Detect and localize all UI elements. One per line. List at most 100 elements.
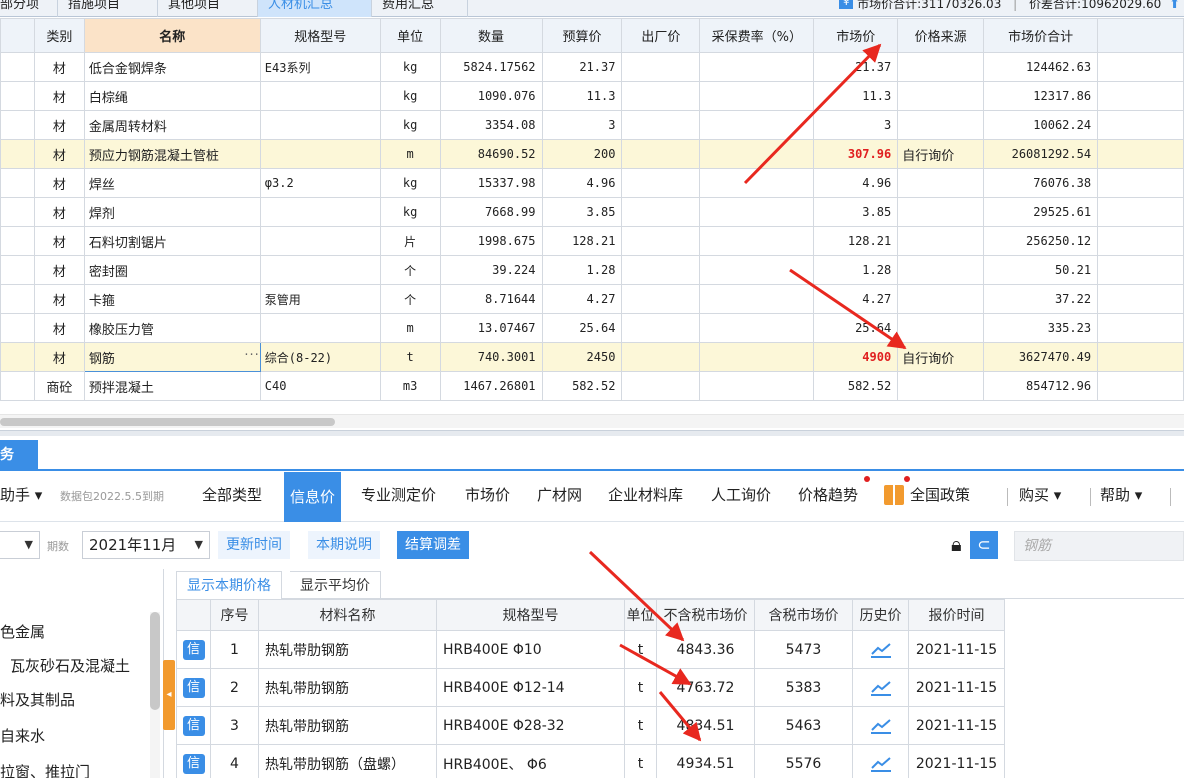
cell-category[interactable]: 材 <box>33 255 85 285</box>
table-row[interactable]: 材 白棕绳 kg 1090.076 11.3 11.3 12317.86 <box>0 81 1184 111</box>
cell-market-total[interactable]: 12317.86 <box>983 81 1099 111</box>
history-trend-icon-cell[interactable] <box>852 744 909 778</box>
update-time-button[interactable]: 更新时间 <box>218 531 290 559</box>
cell-factory-price[interactable] <box>621 81 701 111</box>
cell-budget-price[interactable]: 200 <box>541 139 623 169</box>
info-badge-cell[interactable]: 信 <box>176 668 211 707</box>
cell-factory-price[interactable] <box>621 52 701 82</box>
cell-factory-price[interactable] <box>621 110 701 140</box>
table-row[interactable]: 材 金属周转材料 kg 3354.08 3 3 10062.24 <box>0 110 1184 140</box>
tree-item[interactable]: 自来水 <box>0 725 45 746</box>
row-indicator[interactable] <box>0 313 35 343</box>
cell-price-ex-tax-cell[interactable]: 4763.72 <box>656 668 755 707</box>
cell-procurement-rate[interactable] <box>699 168 815 198</box>
cell-material-name-cell[interactable]: 热轧带肋钢筋 <box>258 706 437 745</box>
ellipsis-button[interactable]: ··· <box>244 348 259 363</box>
col-header-index[interactable]: 序号 <box>210 599 259 631</box>
cell-name[interactable]: 钢筋 ··· <box>83 342 261 372</box>
cell-market-price[interactable]: 582.52 <box>813 371 899 401</box>
cell-unit-cell[interactable]: t <box>624 630 657 669</box>
table-row[interactable]: 信 3 热轧带肋钢筋 HRB400E Φ28-32 t 4834.51 5463 2021-1… <box>176 706 1005 745</box>
cell-budget-price[interactable]: 1.28 <box>541 255 623 285</box>
col-header-budget-price[interactable]: 预算价 <box>541 18 623 53</box>
cell-spec[interactable]: C40 <box>259 371 381 401</box>
cell-price-ex-tax-cell[interactable]: 4843.36 <box>656 630 755 669</box>
cell-unit[interactable]: 个 <box>379 255 441 285</box>
cell-price-source[interactable] <box>897 226 985 256</box>
cell-unit[interactable]: m <box>379 313 441 343</box>
table-row[interactable]: 材 石料切割锯片 片 1998.675 128.21 128.21 256250.12 <box>0 226 1184 256</box>
cell-name[interactable]: 卡箍 <box>83 284 261 314</box>
cell-spec[interactable] <box>259 110 381 140</box>
cell-procurement-rate[interactable] <box>699 284 815 314</box>
cell-unit-cell[interactable]: t <box>624 744 657 778</box>
region-select[interactable]: ▼ <box>0 531 40 559</box>
col-header-factory-price[interactable]: 出厂价 <box>621 18 701 53</box>
cell-unit-cell[interactable]: t <box>624 668 657 707</box>
cell-procurement-rate[interactable] <box>699 139 815 169</box>
cell-market-price[interactable]: 307.96 <box>813 139 899 169</box>
cell-name[interactable]: 橡胶压力管 <box>83 313 261 343</box>
cell-price-source[interactable] <box>897 52 985 82</box>
history-trend-icon-cell[interactable] <box>852 630 909 669</box>
cell-factory-price[interactable] <box>621 255 701 285</box>
cell-quote-date-cell[interactable]: 2021-11-15 <box>908 706 1005 745</box>
cell-spec-cell[interactable]: HRB400E Φ10 <box>436 630 625 669</box>
cell-category[interactable]: 材 <box>33 197 85 227</box>
cell-quantity[interactable]: 1090.076 <box>439 81 543 111</box>
cell-market-total[interactable]: 50.21 <box>983 255 1099 285</box>
cell-quantity[interactable]: 7668.99 <box>439 197 543 227</box>
cell-quantity[interactable]: 84690.52 <box>439 139 543 169</box>
tab-info-price[interactable]: 信息价 <box>284 472 342 522</box>
row-indicator[interactable] <box>0 52 35 82</box>
table-row[interactable]: 材 钢筋 ··· 综合(8-22) t 740.3001 2450 4900 自行询价 36274… <box>0 342 1184 372</box>
col-header-spec[interactable]: 规格型号 <box>259 18 381 53</box>
cell-unit[interactable]: kg <box>379 110 441 140</box>
history-trend-icon-cell[interactable] <box>852 706 909 745</box>
cell-market-total[interactable]: 37.22 <box>983 284 1099 314</box>
cell-price-in-tax-cell[interactable]: 5576 <box>754 744 853 778</box>
cell-name[interactable]: 石料切割锯片 <box>83 226 261 256</box>
tab-enterprise-library[interactable]: 企业材料库 <box>608 484 683 505</box>
cell-market-total[interactable]: 10062.24 <box>983 110 1099 140</box>
arrow-up-icon[interactable]: ⬆ <box>1169 0 1180 12</box>
tab-all-types[interactable]: 全部类型 <box>202 484 262 505</box>
col-header-name[interactable]: 名称 <box>83 18 261 53</box>
cell-procurement-rate[interactable] <box>699 371 815 401</box>
col-header-market-total[interactable]: 市场价合计 <box>983 18 1099 53</box>
table-row[interactable]: 商砼 预拌混凝土 C40 m3 1467.26801 582.52 582.52 854712… <box>0 371 1184 401</box>
cell-name[interactable]: 预应力钢筋混凝土管桩 <box>83 139 261 169</box>
cell-category[interactable]: 材 <box>33 168 85 198</box>
cell-index-cell[interactable]: 4 <box>210 744 259 778</box>
cell-market-total[interactable]: 76076.38 <box>983 168 1099 198</box>
cell-quantity[interactable]: 1467.26801 <box>439 371 543 401</box>
table-row[interactable]: 信 1 热轧带肋钢筋 HRB400E Φ10 t 4843.36 5473 2021-11-1… <box>176 630 1005 669</box>
tab-market-price[interactable]: 市场价 <box>465 484 510 505</box>
cell-category[interactable]: 材 <box>33 52 85 82</box>
cell-budget-price[interactable]: 582.52 <box>541 371 623 401</box>
cell-name[interactable]: 焊丝 <box>83 168 261 198</box>
cell-market-price[interactable]: 3 <box>813 110 899 140</box>
col-header-spec[interactable]: 规格型号 <box>436 599 625 631</box>
cell-factory-price[interactable] <box>621 313 701 343</box>
tab-national-policy[interactable]: 全国政策 <box>910 484 970 505</box>
cell-category[interactable]: 商砼 <box>33 371 85 401</box>
cell-category[interactable]: 材 <box>33 342 85 372</box>
cell-factory-price[interactable] <box>621 371 701 401</box>
cell-price-source[interactable]: 自行询价 <box>897 342 985 372</box>
cell-unit[interactable]: kg <box>379 81 441 111</box>
cell-market-price[interactable]: 4.96 <box>813 168 899 198</box>
cell-quantity[interactable]: 1998.675 <box>439 226 543 256</box>
cell-material-name-cell[interactable]: 热轧带肋钢筋（盘螺） <box>258 744 437 778</box>
cell-material-name-cell[interactable]: 热轧带肋钢筋 <box>258 630 437 669</box>
cell-category[interactable]: 材 <box>33 313 85 343</box>
cell-price-ex-tax-cell[interactable]: 4834.51 <box>656 706 755 745</box>
cell-market-price[interactable]: 11.3 <box>813 81 899 111</box>
cell-spec[interactable]: 综合(8-22) <box>259 342 381 372</box>
cell-budget-price[interactable]: 21.37 <box>541 52 623 82</box>
cell-factory-price[interactable] <box>621 342 701 372</box>
row-indicator[interactable] <box>0 110 35 140</box>
cell-market-total[interactable]: 3627470.49 <box>983 342 1099 372</box>
cell-market-total[interactable]: 335.23 <box>983 313 1099 343</box>
tab-manual-inquiry[interactable]: 人工询价 <box>711 484 771 505</box>
